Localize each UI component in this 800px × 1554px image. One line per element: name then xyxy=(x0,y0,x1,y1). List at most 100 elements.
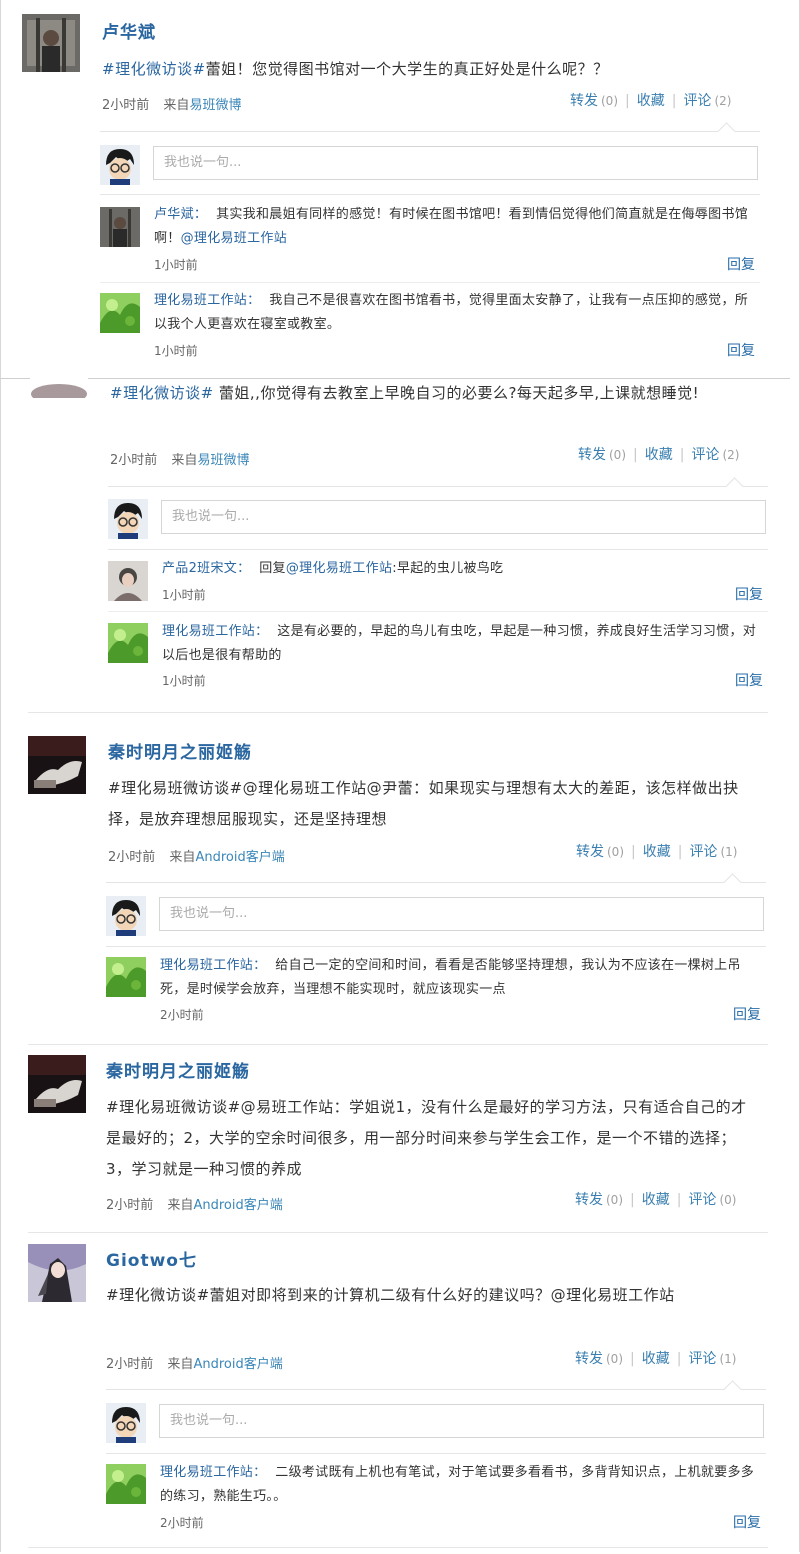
reply-text: 理化易班工作站： 这是有必要的，早起的鸟儿有虫吃，早起是一种习惯，养成良好生活学… xyxy=(162,624,757,663)
avatar[interactable] xyxy=(28,736,86,794)
post-actions: 转发 (0) | 收藏 | 评论 (2) xyxy=(578,447,740,463)
reply-button[interactable]: 回复 xyxy=(727,340,755,360)
reply-author[interactable]: 理化易班工作站： xyxy=(162,624,268,639)
post-time: 2小时前 xyxy=(108,850,156,865)
post-author[interactable]: Giotwo七 xyxy=(106,1246,197,1271)
post-time: 2小时前 xyxy=(106,1357,154,1372)
comment-count: (1) xyxy=(720,845,738,859)
post-text: #理化微访谈# 蕾姐,,你觉得有去教室上早晚自习的必要么?每天起多早,上课就想睡… xyxy=(110,384,700,402)
post-source[interactable]: Android客户端 xyxy=(193,1357,282,1372)
post-source[interactable]: 易班微博 xyxy=(189,98,241,113)
mention-link[interactable]: @理化易班工作站 xyxy=(286,561,392,576)
reply-avatar[interactable] xyxy=(108,561,148,601)
comment-input[interactable]: 我也说一句... xyxy=(159,1404,764,1438)
my-avatar xyxy=(106,896,146,936)
post-divider xyxy=(28,712,768,713)
comment-count: (2) xyxy=(722,448,740,462)
comment-button[interactable]: 评论 xyxy=(688,1192,716,1208)
post-divider xyxy=(28,1232,768,1233)
reply-author[interactable]: 产品2班宋文： xyxy=(162,561,250,576)
comment-count: (0) xyxy=(719,1193,737,1207)
post-actions: 转发 (0) | 收藏 | 评论 (2) xyxy=(570,93,732,109)
favorite-button[interactable]: 收藏 xyxy=(642,1192,670,1208)
post-source[interactable]: 易班微博 xyxy=(197,453,249,468)
reply-author[interactable]: 卢华斌： xyxy=(154,207,207,222)
post-source[interactable]: Android客户端 xyxy=(195,850,284,865)
post-divider xyxy=(28,1547,768,1548)
forward-button[interactable]: 转发 xyxy=(570,93,598,109)
post-actions: 转发 (0) | 收藏 | 评论 (1) xyxy=(575,1351,737,1367)
reply-author[interactable]: 理化易班工作站： xyxy=(160,958,266,973)
reply-author[interactable]: 理化易班工作站： xyxy=(154,293,260,308)
post-text: #理化微访谈#蕾姐对即将到来的计算机二级有什么好的建议吗？@理化易班工作站 xyxy=(106,1286,675,1304)
post-text: #理化易班微访谈#@理化易班工作站@尹蕾：如果现实与理想有太大的差距，该怎样做出… xyxy=(108,779,739,828)
reply-button[interactable]: 回复 xyxy=(727,254,755,274)
topic-link[interactable]: #理化微访谈# xyxy=(102,60,206,78)
comment-button[interactable]: 评论 xyxy=(688,1351,716,1367)
post-text: #理化微访谈#蕾姐！您觉得图书馆对一个大学生的真正好处是什么呢？？ xyxy=(102,60,609,78)
comment-button[interactable]: 评论 xyxy=(683,93,711,109)
post-author[interactable]: 秦时明月之丽姬觞 xyxy=(106,1057,250,1082)
comment-box xyxy=(106,1380,766,1399)
reply-text: 产品2班宋文： 回复@理化易班工作站:早起的虫儿被鸟吃 xyxy=(162,561,504,576)
post-meta: 2小时前 来自Android客户端 xyxy=(106,1198,283,1213)
reply-time: 2小时前 xyxy=(160,1516,204,1530)
comment-input[interactable]: 我也说一句... xyxy=(153,146,758,180)
reply-avatar[interactable] xyxy=(106,1464,146,1504)
post-meta: 2小时前 来自易班微博 xyxy=(110,453,250,468)
post-time: 2小时前 xyxy=(106,1198,154,1213)
post-time: 2小时前 xyxy=(110,453,158,468)
reply-avatar[interactable] xyxy=(100,207,140,247)
comment-box xyxy=(106,873,766,892)
comment-box xyxy=(108,477,768,496)
reply-author[interactable]: 理化易班工作站： xyxy=(160,1465,266,1480)
reply-button[interactable]: 回复 xyxy=(733,1004,761,1024)
favorite-button[interactable]: 收藏 xyxy=(645,447,673,463)
forward-button[interactable]: 转发 xyxy=(575,1351,603,1367)
avatar[interactable] xyxy=(30,372,88,398)
avatar[interactable] xyxy=(28,1244,86,1302)
reply-avatar[interactable] xyxy=(106,957,146,997)
comment-button[interactable]: 评论 xyxy=(689,844,717,860)
post-author[interactable]: 卢华斌 xyxy=(102,18,156,43)
reply-text: 卢华斌： 其实我和晨姐有同样的感觉！有时候在图书馆吧！看到情侣觉得他们简直就是在… xyxy=(154,207,749,246)
reply-avatar[interactable] xyxy=(108,623,148,663)
forward-count: (0) xyxy=(606,1193,623,1207)
reply-button[interactable]: 回复 xyxy=(735,670,763,690)
reply-text: 理化易班工作站： 二级考试既有上机也有笔试，对于笔试要多看看书，多背背知识点，上… xyxy=(160,1465,755,1504)
post-actions: 转发 (0) | 收藏 | 评论 (0) xyxy=(575,1192,737,1208)
forward-count: (0) xyxy=(606,1352,623,1366)
reply-time: 1小时前 xyxy=(154,258,198,272)
post-author[interactable]: 秦时明月之丽姬觞 xyxy=(108,738,252,763)
forward-count: (0) xyxy=(609,448,626,462)
my-avatar xyxy=(106,1403,146,1443)
reply-text: 理化易班工作站： 我自己不是很喜欢在图书馆看书，觉得里面太安静了，让我有一点压抑… xyxy=(154,293,749,332)
forward-button[interactable]: 转发 xyxy=(578,447,606,463)
reply-time: 2小时前 xyxy=(160,1008,204,1022)
comment-count: (2) xyxy=(714,94,732,108)
comment-box xyxy=(100,122,760,141)
post-text: #理化易班微访谈#@易班工作站：学姐说1，没有什么是最好的学习方法，只有适合自己… xyxy=(106,1098,747,1178)
my-avatar xyxy=(100,145,140,185)
forward-button[interactable]: 转发 xyxy=(576,844,604,860)
forward-button[interactable]: 转发 xyxy=(575,1192,603,1208)
mention-link[interactable]: @理化易班工作站 xyxy=(181,231,287,246)
post-source[interactable]: Android客户端 xyxy=(193,1198,282,1213)
topic-link[interactable]: #理化微访谈# xyxy=(110,384,214,402)
favorite-button[interactable]: 收藏 xyxy=(643,844,671,860)
favorite-button[interactable]: 收藏 xyxy=(642,1351,670,1367)
favorite-button[interactable]: 收藏 xyxy=(637,93,665,109)
comment-button[interactable]: 评论 xyxy=(691,447,719,463)
forward-count: (0) xyxy=(601,94,618,108)
comment-input[interactable]: 我也说一句... xyxy=(161,500,766,534)
reply-time: 1小时前 xyxy=(162,588,206,602)
post-time: 2小时前 xyxy=(102,98,150,113)
reply-button[interactable]: 回复 xyxy=(733,1512,761,1532)
reply-avatar[interactable] xyxy=(100,293,140,333)
avatar[interactable] xyxy=(28,1055,86,1113)
reply-text: 理化易班工作站： 给自己一定的空间和时间，看看是否能够坚持理想，我认为不应该在一… xyxy=(160,958,741,997)
comment-input[interactable]: 我也说一句... xyxy=(159,897,764,931)
reply-button[interactable]: 回复 xyxy=(735,584,763,604)
forward-count: (0) xyxy=(607,845,624,859)
avatar[interactable] xyxy=(22,14,80,72)
